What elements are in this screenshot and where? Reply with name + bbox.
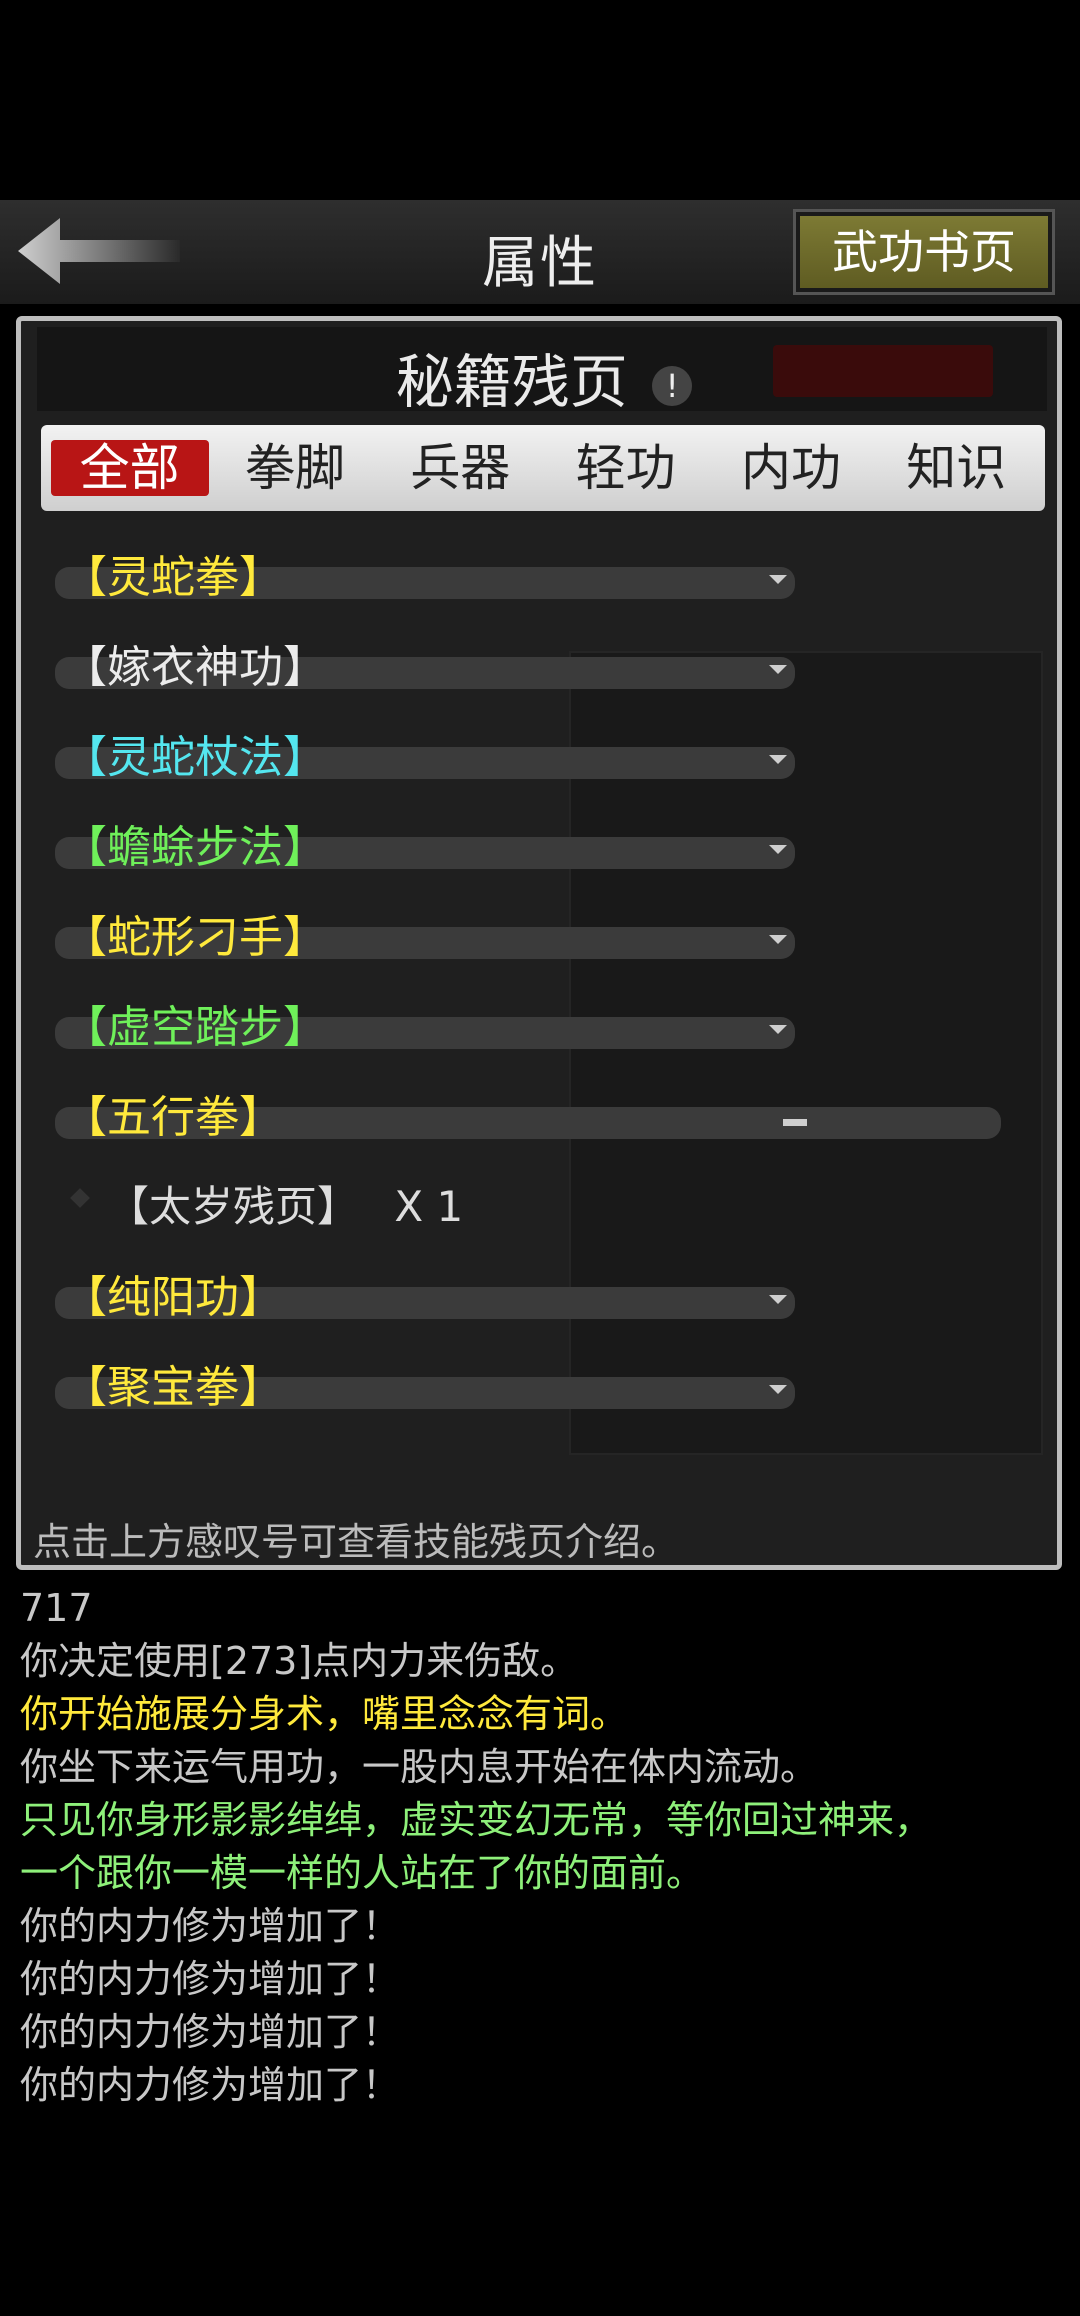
fragments-panel: 秘籍残页 ! 全部 拳脚 兵器 轻功 内功 知识 【灵蛇拳】 【嫁衣神功】 【灵… (16, 316, 1062, 1570)
collapse-icon (783, 1119, 807, 1126)
filter-tab-fist[interactable]: 拳脚 (216, 440, 374, 496)
info-exclamation-icon[interactable]: ! (652, 365, 693, 406)
log-line: 你的内力修为增加了！ (20, 2010, 401, 2054)
martial-pages-button[interactable]: 武功书页 (793, 209, 1055, 295)
hint-text: 点击上方感叹号可查看技能残页介绍。 (33, 1520, 680, 1564)
filter-tab-all[interactable]: 全部 (50, 440, 209, 496)
panel-subtitle: 秘籍残页 ! (21, 335, 1057, 419)
fragment-count: X 1 (394, 1182, 464, 1231)
log-line: 你的内力修为增加了！ (20, 1957, 401, 2001)
log-line: 你开始施展分身术，嘴里念念有词。 (20, 1692, 629, 1736)
row-label: 【聚宝拳】 (63, 1362, 283, 1413)
top-bar: 属性 武功书页 (0, 200, 1080, 304)
combat-log: 717 你决定使用[273]点内力来伤敌。 你开始施展分身术，嘴里念念有词。 你… (20, 1582, 1070, 2112)
log-line: 只见你身形影影绰绰，虚实变幻无常，等你回过神来， (20, 1798, 933, 1842)
log-line: 一个跟你一模一样的人站在了你的面前。 (20, 1851, 705, 1895)
log-line: 你坐下来运气用功，一股内息开始在体内流动。 (20, 1745, 819, 1789)
filter-tab-lightness[interactable]: 轻功 (547, 440, 705, 496)
row-label: 【嫁衣神功】 (63, 642, 327, 693)
chevron-down-icon (769, 755, 787, 764)
filter-tab-inner[interactable]: 内功 (712, 440, 870, 496)
row-label: 【蛇形刁手】 (63, 912, 327, 963)
filter-tab-weapon[interactable]: 兵器 (381, 440, 539, 496)
row-label: 【纯阳功】 (63, 1272, 283, 1323)
row-label: 【虚空踏步】 (63, 1002, 327, 1053)
row-label: 【蟾蜍步法】 (63, 822, 327, 873)
chevron-down-icon (769, 1025, 787, 1034)
log-line: 你决定使用[273]点内力来伤敌。 (20, 1639, 579, 1683)
log-line: 717 (20, 1586, 93, 1630)
chevron-down-icon (769, 935, 787, 944)
row-label: 【灵蛇杖法】 (63, 732, 327, 783)
log-line: 你的内力修为增加了！ (20, 2063, 401, 2107)
row-label: 【五行拳】 (63, 1092, 283, 1143)
filter-tabs: 全部 拳脚 兵器 轻功 内功 知识 (41, 425, 1045, 511)
chevron-down-icon (769, 1385, 787, 1394)
log-line: 你的内力修为增加了！ (20, 1904, 401, 1948)
expanded-fragment-item: 【太岁残页】 X 1 (107, 1173, 463, 1234)
filter-tab-knowledge[interactable]: 知识 (877, 440, 1035, 496)
chevron-down-icon (769, 845, 787, 854)
row-label: 【灵蛇拳】 (63, 552, 283, 603)
chevron-down-icon (769, 1295, 787, 1304)
chevron-down-icon (769, 575, 787, 584)
subtitle-text: 秘籍残页 (395, 348, 628, 416)
chevron-down-icon (769, 665, 787, 674)
fragment-name: 【太岁残页】 (107, 1182, 360, 1231)
